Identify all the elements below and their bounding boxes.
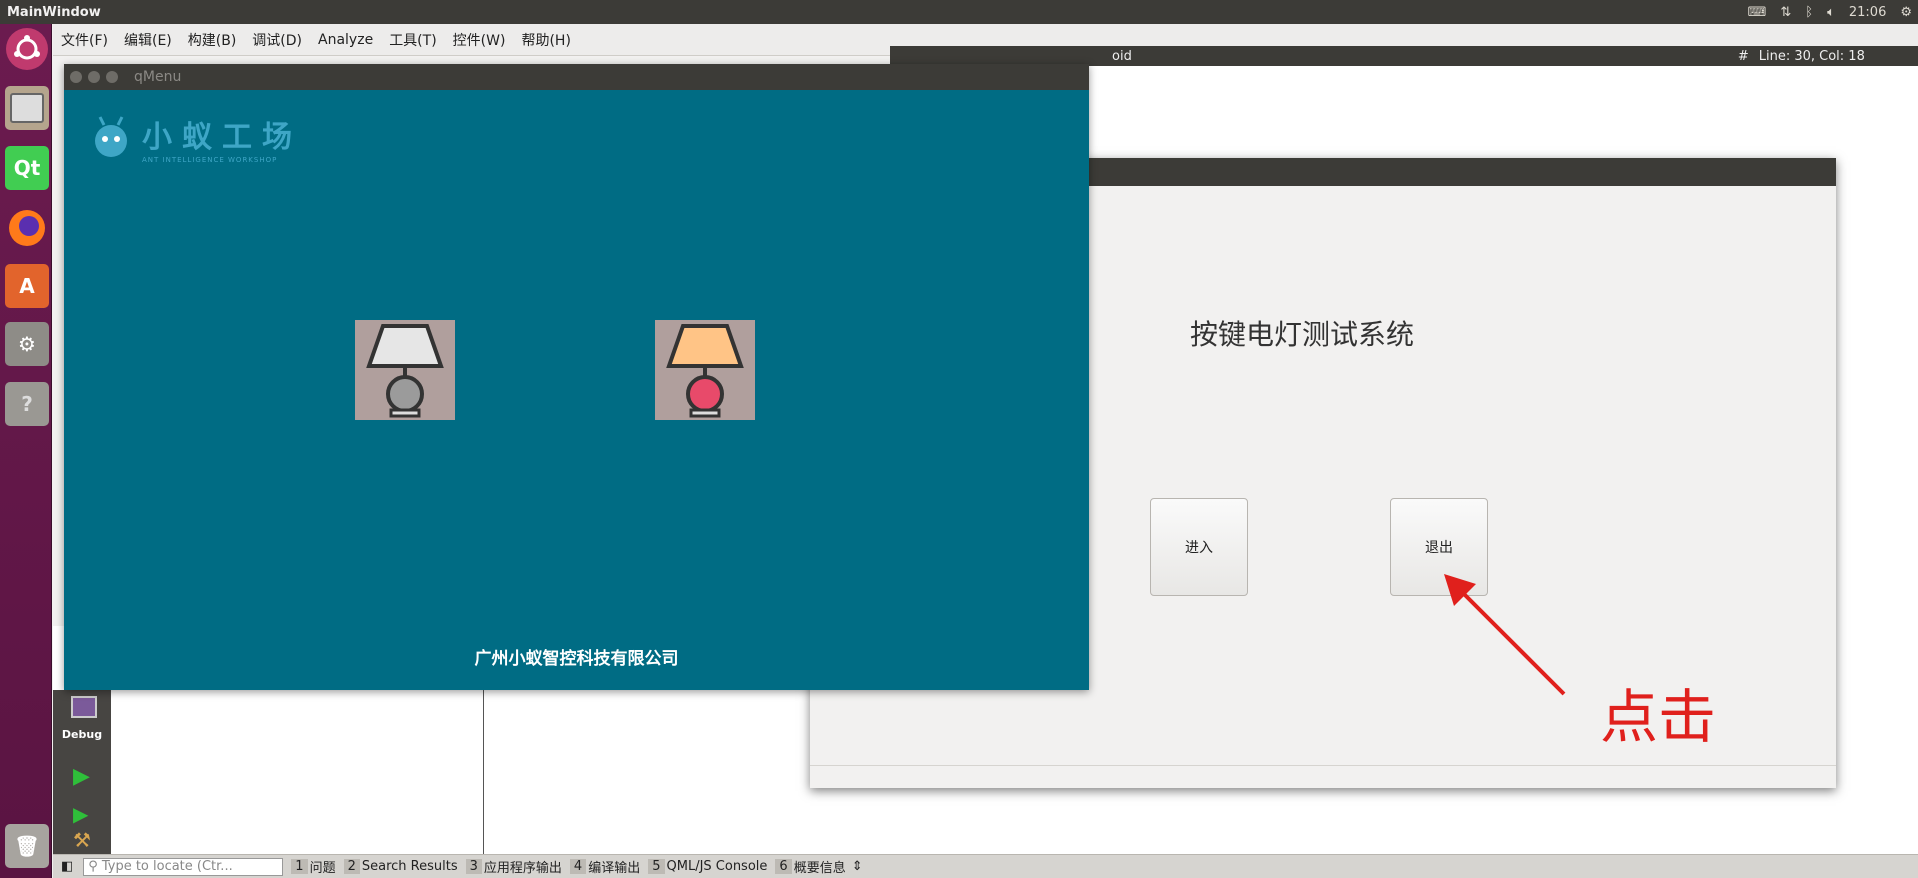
locate-input[interactable]: ⚲ Type to locate (Ctr... <box>83 857 284 876</box>
network-icon[interactable]: ⇅ <box>1780 5 1791 20</box>
tab-problems[interactable]: 1 问题 <box>291 857 336 876</box>
volume-icon[interactable]: 🔈︎ <box>1827 5 1835 20</box>
menu-build[interactable]: 构建(B) <box>180 30 245 50</box>
output-tabs-bar: ◧ ⚲ Type to locate (Ctr... 1 问题 2 Search R… <box>53 854 1918 878</box>
lamp-on-button[interactable] <box>655 320 755 420</box>
tab-compile-output[interactable]: 4 编译输出 <box>569 857 640 876</box>
mode-selector: Debug ▶ ▶ ⚒ <box>53 690 111 854</box>
logo-subtitle: ANT INTELLIGENCE WORKSHOP <box>142 156 278 164</box>
ant-logo-icon <box>95 116 127 157</box>
enter-button[interactable]: 进入 <box>1150 498 1248 596</box>
menu-help[interactable]: 帮助(H) <box>513 30 578 50</box>
file-name-fragment[interactable]: oid <box>1112 49 1132 64</box>
dialog-heading: 按键电灯测试系统 <box>1190 318 1415 351</box>
launcher: Qt A ⚙ ? 🗑︎ <box>0 24 52 878</box>
lamp-off-icon <box>366 324 444 418</box>
firefox-icon[interactable] <box>5 206 49 250</box>
run-icon[interactable]: ▶ <box>73 764 90 789</box>
tab-app-output[interactable]: 3 应用程序输出 <box>465 857 562 876</box>
editor-toolbar: oid # Line: 30, Col: 18 <box>890 46 1918 66</box>
menu-tools[interactable]: 工具(T) <box>381 30 444 50</box>
debug-label[interactable]: Debug <box>53 728 111 741</box>
qmenu-window: qMenu 小蚁工场 ANT INTELLIGENCE WORKSHOP 广州小… <box>64 64 1089 690</box>
ubuntu-dash-icon[interactable] <box>6 28 48 70</box>
tab-qml-console[interactable]: 5 QML/JS Console <box>648 859 767 874</box>
window-title: MainWindow <box>7 4 101 20</box>
lamp-off-button[interactable] <box>355 320 455 420</box>
system-settings-icon[interactable]: ⚙ <box>5 322 49 366</box>
menu-controls[interactable]: 控件(W) <box>445 30 514 50</box>
settings-gear-icon[interactable]: ⚙ <box>1900 5 1912 20</box>
trash-icon[interactable]: 🗑︎ <box>5 824 49 868</box>
minimize-icon[interactable] <box>88 71 100 83</box>
build-hammer-icon[interactable]: ⚒ <box>73 828 91 852</box>
qt-creator-icon[interactable]: Qt <box>5 146 49 190</box>
bluetooth-icon[interactable]: ᛒ <box>1805 5 1813 20</box>
tab-search-results[interactable]: 2 Search Results <box>343 859 458 874</box>
debug-run-icon[interactable]: ▶ <box>73 802 88 826</box>
cursor-position: Line: 30, Col: 18 <box>1758 48 1865 64</box>
keyboard-icon[interactable]: ⌨ <box>1748 5 1767 20</box>
menu-edit[interactable]: 编辑(E) <box>116 30 180 50</box>
search-icon: ⚲ <box>88 859 98 874</box>
maximize-icon[interactable] <box>106 71 118 83</box>
company-logo: 小蚁工场 ANT INTELLIGENCE WORKSHOP <box>88 112 302 164</box>
menu-debug[interactable]: 调试(D) <box>244 30 310 50</box>
system-top-bar: MainWindow ⌨ ⇅ ᛒ 🔈︎ 21:06 ⚙ <box>0 0 1918 24</box>
system-indicators: ⌨ ⇅ ᛒ 🔈︎ 21:06 ⚙ <box>1748 0 1912 24</box>
clock[interactable]: 21:06 <box>1849 5 1886 20</box>
tab-general-messages[interactable]: 6 概要信息 <box>775 857 846 876</box>
logo-text: 小蚁工场 <box>142 120 302 155</box>
qmenu-title: qMenu <box>134 69 182 85</box>
annotation-click-text: 点击 <box>1600 683 1717 751</box>
menu-file[interactable]: 文件(F) <box>53 30 116 50</box>
qmenu-titlebar[interactable]: qMenu <box>64 64 1089 90</box>
close-icon[interactable] <box>70 71 82 83</box>
company-footer: 广州小蚁智控科技有限公司 <box>474 649 679 669</box>
dialog-divider <box>810 765 1836 766</box>
monitor-icon[interactable] <box>71 696 97 718</box>
hash-label: # <box>1737 48 1749 64</box>
toggle-sidebar-icon[interactable]: ◧ <box>61 859 73 874</box>
menu-analyze[interactable]: Analyze <box>310 32 381 48</box>
lamp-on-icon <box>666 324 744 418</box>
more-tabs-icon[interactable]: ⇕ <box>852 859 863 874</box>
files-icon[interactable] <box>5 86 49 130</box>
software-center-icon[interactable]: A <box>5 264 49 308</box>
help-icon[interactable]: ? <box>5 382 49 426</box>
annotation-arrow-icon <box>1444 574 1566 696</box>
